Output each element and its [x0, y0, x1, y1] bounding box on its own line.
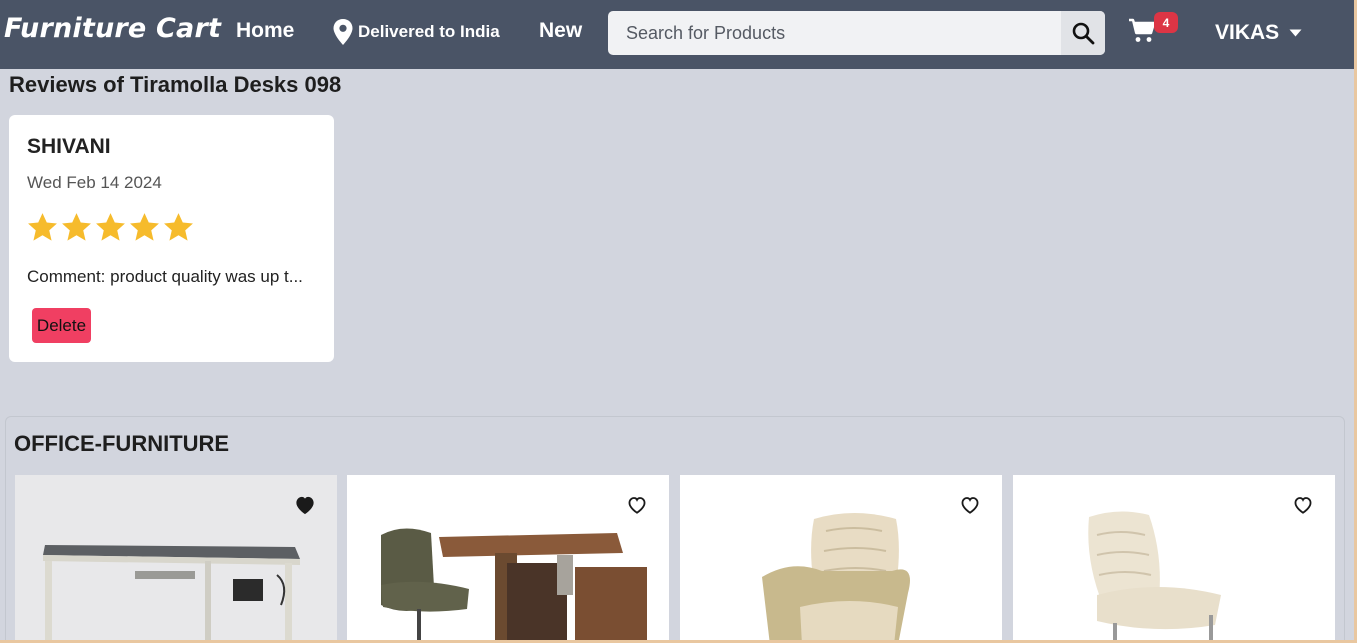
wishlist-button[interactable] — [626, 495, 648, 515]
delivery-label: Delivered to India — [358, 22, 500, 41]
star-icon — [28, 213, 57, 241]
search-bar — [608, 11, 1105, 55]
star-icon — [96, 213, 125, 241]
brand-logo[interactable]: Furniture Cart — [4, 13, 221, 44]
heart-outline-icon — [961, 497, 979, 514]
reviewer-name: SHIVANI — [27, 135, 111, 158]
review-date: Wed Feb 14 2024 — [27, 173, 162, 192]
user-menu[interactable]: VIKAS — [1215, 21, 1302, 45]
product-card[interactable] — [15, 475, 337, 643]
product-card[interactable] — [1013, 475, 1335, 643]
cream-lounge-chair-image — [1013, 475, 1335, 643]
search-button[interactable] — [1061, 11, 1105, 55]
search-icon — [1072, 22, 1095, 45]
star-icon — [62, 213, 91, 241]
delete-review-button[interactable]: Delete — [32, 308, 91, 343]
star-icon — [164, 213, 193, 241]
nav-new-link[interactable]: New — [539, 19, 582, 43]
cream-armchair-image — [680, 475, 1002, 643]
heart-filled-icon — [296, 496, 314, 515]
cart-count-badge: 4 — [1154, 12, 1178, 33]
category-heading: OFFICE-FURNITURE — [14, 431, 230, 456]
standing-desk-image — [15, 475, 337, 643]
cart-icon — [1129, 18, 1156, 42]
wishlist-button[interactable] — [959, 495, 981, 515]
review-card: SHIVANI Wed Feb 14 2024 Comment: product… — [9, 115, 334, 362]
heart-outline-icon — [628, 497, 646, 514]
product-card[interactable] — [680, 475, 1002, 643]
location-pin-icon — [333, 19, 353, 45]
navbar: Furniture Cart Home Delivered to India N… — [0, 0, 1354, 69]
heart-outline-icon — [1294, 497, 1312, 514]
wishlist-button[interactable] — [1292, 495, 1314, 515]
star-rating — [26, 211, 195, 244]
star-icon — [130, 213, 159, 241]
user-name: VIKAS — [1215, 21, 1280, 44]
chair-and-desk-image — [347, 475, 669, 643]
wishlist-button[interactable] — [294, 495, 316, 515]
delivery-location[interactable]: Delivered to India — [332, 18, 500, 46]
search-input[interactable] — [608, 11, 1061, 55]
reviews-heading: Reviews of Tiramolla Desks 098 — [9, 72, 342, 97]
nav-home-link[interactable]: Home — [236, 19, 294, 43]
product-card[interactable] — [347, 475, 669, 643]
review-comment: Comment: product quality was up t... — [27, 267, 303, 286]
caret-down-icon — [1289, 29, 1302, 37]
